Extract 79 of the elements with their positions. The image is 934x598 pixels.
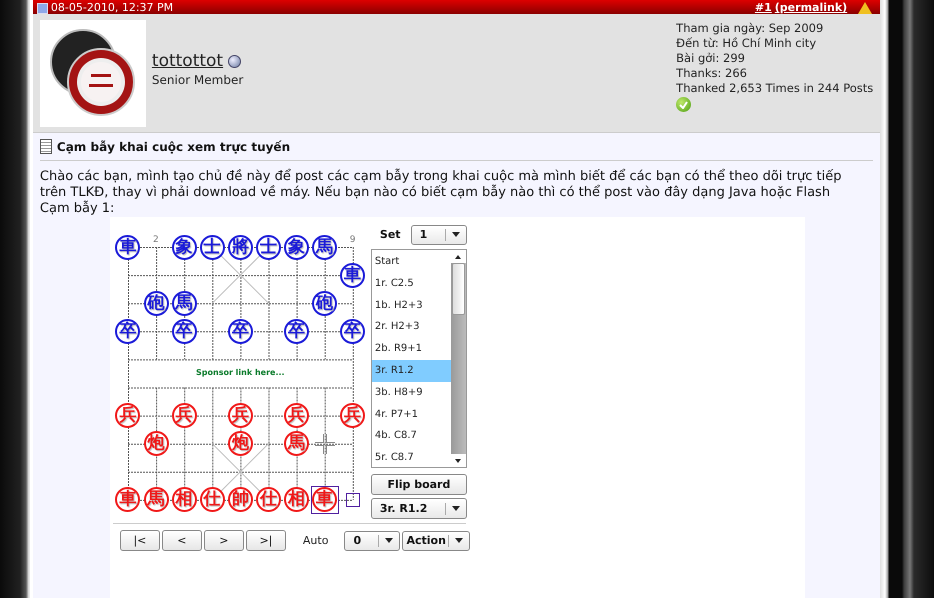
nav-button[interactable]: >	[204, 530, 244, 551]
flip-board-button[interactable]: Flip board	[370, 474, 467, 495]
move-item[interactable]: 1r. C2.5	[372, 272, 451, 295]
game-piece[interactable]: 車	[340, 262, 366, 288]
game-piece[interactable]: 馬	[144, 487, 168, 512]
move-item[interactable]: 5r. C8.7	[372, 447, 451, 469]
crosshair-icon	[314, 434, 335, 454]
game-piece[interactable]: 仕	[200, 487, 225, 512]
document-icon	[40, 139, 52, 154]
game-piece[interactable]: 兵	[172, 403, 197, 428]
file-number: 2	[153, 236, 159, 245]
file-number: 9	[350, 236, 356, 245]
post-text: Cạm bẫy 1:	[40, 201, 116, 217]
nav-button[interactable]: >|	[246, 530, 286, 551]
move-dropdown[interactable]: 3r. R1.2	[370, 498, 467, 519]
nav-button[interactable]: <	[162, 530, 202, 551]
permalink-link[interactable]: (permalink)	[774, 2, 848, 14]
game-piece[interactable]: 卒	[228, 318, 253, 344]
game-piece[interactable]: 相	[284, 487, 309, 512]
scrollbar[interactable]	[450, 250, 466, 467]
caret-icon	[452, 232, 460, 237]
game-piece[interactable]: 砲	[312, 290, 338, 316]
user-stat: Tham gia ngày: Sep 2009	[676, 21, 824, 36]
move-marker	[346, 492, 360, 507]
game-piece[interactable]: 馬	[284, 431, 309, 456]
nav-button[interactable]: |<	[120, 530, 160, 551]
move-item[interactable]: 3b. H8+9	[372, 382, 451, 404]
username-link[interactable]: tottottot	[152, 51, 224, 71]
move-item[interactable]: 2r. H2+3	[372, 316, 451, 338]
game-piece[interactable]: 相	[172, 487, 197, 512]
game-piece[interactable]: 車	[115, 487, 140, 512]
move-item[interactable]: 3r. R1.2	[372, 360, 451, 382]
set-label: Set	[380, 228, 401, 241]
caret-icon	[455, 538, 464, 543]
user-stat: Thanks: 266	[676, 66, 748, 81]
game-piece[interactable]: 兵	[284, 403, 309, 428]
game-piece[interactable]: 兵	[228, 403, 253, 428]
move-item[interactable]: 1b. H2+3	[372, 294, 451, 316]
game-piece[interactable]: 兵	[115, 403, 140, 428]
game-piece[interactable]: 卒	[115, 318, 140, 344]
game-piece[interactable]: 士	[200, 234, 225, 260]
game-piece[interactable]: 兵	[340, 403, 366, 428]
game-piece[interactable]: 卒	[172, 318, 197, 344]
auto-label: Auto	[302, 534, 328, 547]
set-dropdown[interactable]: 1	[410, 224, 467, 244]
user-title: Senior Member	[152, 73, 244, 87]
game-piece[interactable]: 象	[284, 234, 309, 260]
post-number-link[interactable]: #1	[754, 2, 772, 14]
move-item[interactable]: 2b. R9+1	[372, 338, 451, 360]
game-piece[interactable]: 炮	[228, 431, 253, 456]
game-piece[interactable]: 卒	[340, 318, 366, 344]
sponsor-link[interactable]: Sponsor link here...	[128, 368, 353, 378]
game-piece[interactable]: 馬	[172, 290, 197, 316]
game-piece[interactable]: 砲	[144, 290, 168, 316]
game-piece[interactable]: 炮	[144, 431, 168, 456]
caret-icon	[385, 538, 394, 543]
action-dropdown[interactable]: Action	[402, 530, 470, 550]
game-piece[interactable]: 馬	[312, 234, 338, 260]
post-text: Chào các bạn, mình tạo chủ đề này để post các cạm bẫy trong khai cuộc mà mình biết để các bạn có thể theo dõi trực tiếp trên TLKĐ, thay vì phải download về máy. Nếu bạn nào có biết cạm bẫy nào thì có thể post vào đây dạng Java hoặc Flash	[40, 169, 842, 200]
move-item[interactable]: 4b. C8.7	[372, 425, 451, 448]
user-stat: Đến từ: Hồ Chí Minh city	[676, 36, 818, 51]
game-piece[interactable]: 卒	[284, 318, 309, 344]
move-item[interactable]: 4r. P7+1	[372, 404, 451, 426]
caret-icon	[452, 506, 460, 511]
user-stat: Thanked 2,653 Times in 244 Posts	[676, 81, 874, 96]
user-stat: Bài gởi: 299	[676, 51, 746, 66]
post-date: 08-05-2010, 12:37 PM	[50, 2, 174, 14]
move-item[interactable]: Start	[372, 251, 451, 273]
post-title: Cạm bẫy khai cuộc xem trực tuyến	[56, 140, 290, 154]
game-piece[interactable]: 車	[312, 487, 338, 512]
thanks-icon	[676, 97, 692, 112]
game-piece[interactable]: 帥	[228, 487, 253, 512]
game-piece[interactable]: 士	[256, 234, 281, 260]
game-piece[interactable]: 將	[228, 234, 253, 260]
speed-dropdown[interactable]: 0	[344, 530, 400, 550]
game-piece[interactable]: 仕	[256, 487, 281, 512]
game-piece[interactable]: 象	[172, 234, 197, 260]
game-piece[interactable]: 車	[115, 234, 140, 260]
move-list[interactable]: Start 1r. C2.5 1b. H2+3 2r. H2+3 2b. R9+1 3r. R1.2 3b. H8+9 4r. P7+1 4b. C8.7 5r. C8.7	[370, 249, 467, 468]
